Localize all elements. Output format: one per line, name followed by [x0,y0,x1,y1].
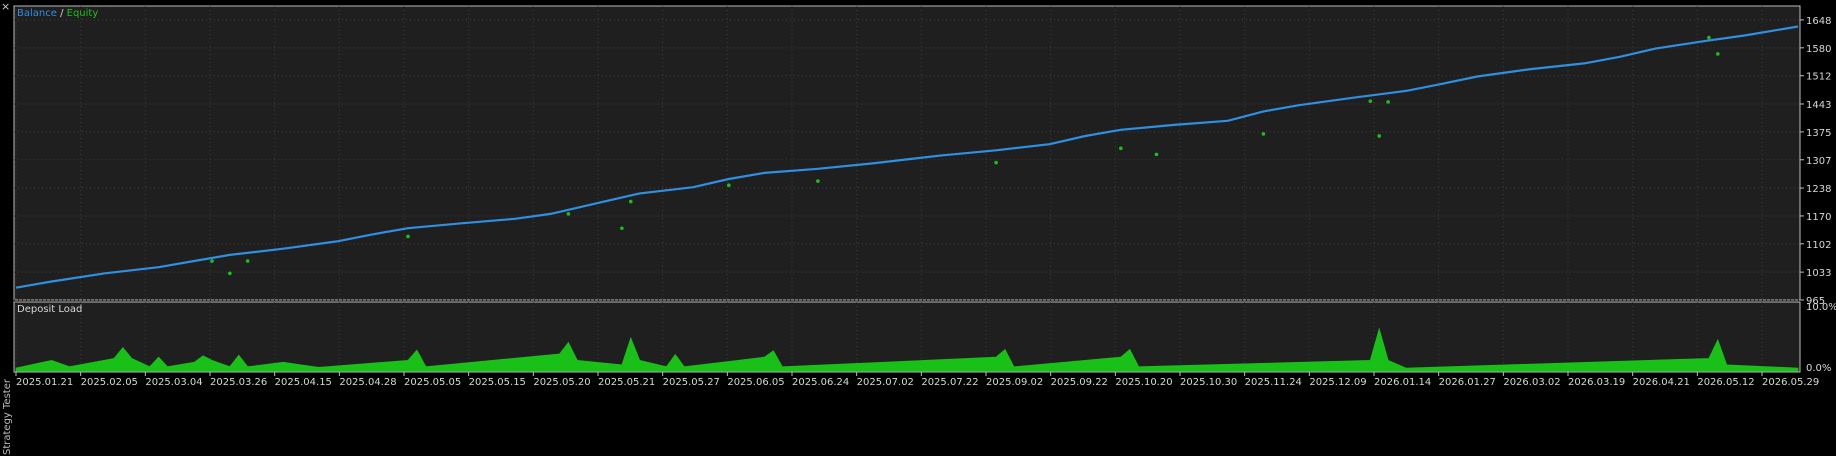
y-tick-label: 1170 [1806,212,1831,223]
x-tick-label: 2025.09.22 [1051,377,1108,388]
x-tick-label: 2025.10.20 [1115,377,1172,388]
x-tick-label: 2025.07.02 [857,377,914,388]
x-tick-label: 2025.03.26 [210,377,267,388]
x-tick-label: 2025.04.15 [275,377,332,388]
x-tick-label: 2025.05.05 [404,377,461,388]
y-tick-label: 1033 [1806,268,1831,279]
x-tick-label: 2025.06.24 [792,377,849,388]
x-tick-label: 2025.04.28 [339,377,396,388]
x-tick-label: 2025.09.02 [986,377,1043,388]
x-tick-label: 2025.05.21 [598,377,655,388]
x-tick-label: 2025.12.09 [1309,377,1366,388]
x-tick-label: 2026.01.27 [1439,377,1496,388]
load-y-tick-label: 0.0% [1806,363,1831,374]
y-tick-label: 1443 [1806,100,1831,111]
x-tick-label: 2026.01.14 [1374,377,1431,388]
legend-balance: Balance [17,8,57,19]
x-tick-label: 2025.05.27 [663,377,720,388]
y-tick-label: 1102 [1806,240,1831,251]
x-tick-label: 2025.03.04 [145,377,202,388]
y-tick-label: 1648 [1806,16,1831,27]
y-tick-label: 1375 [1806,128,1831,139]
x-tick-label: 2026.03.19 [1568,377,1625,388]
x-tick-label: 2025.05.20 [533,377,590,388]
legend-equity: Equity [67,8,99,19]
y-tick-label: 1512 [1806,72,1831,83]
load-y-tick-label: 10.0% [1806,302,1836,313]
x-tick-label: 2026.03.02 [1503,377,1560,388]
deposit-load-title: Deposit Load [17,304,82,315]
y-tick-label: 1238 [1806,184,1831,195]
x-tick-label: 2025.06.05 [727,377,784,388]
chart-legend: Balance / Equity [17,8,98,19]
y-tick-label: 1580 [1806,44,1831,55]
x-tick-label: 2026.04.21 [1633,377,1690,388]
tester-graph: 1648 1580 1512 1443 1375 1307 1238 1170 1102 1033… [13,5,1836,388]
x-tick-label: 2025.01.21 [16,377,73,388]
y-tick-label: 1307 [1806,156,1831,167]
x-tick-label: 2025.05.15 [469,377,526,388]
legend-separator: / [57,8,67,19]
x-tick-label: 2025.07.22 [921,377,978,388]
x-tick-label: 2025.02.05 [81,377,138,388]
deposit-load-chart: Deposit Load 10.0% 0.0% [13,301,1836,374]
x-tick-label: 2025.11.24 [1245,377,1302,388]
x-tick-label: 2026.05.12 [1697,377,1754,388]
x-axis: 2025.01.21 2025.02.05 2025.03.04 2025.03.26… [15,372,1819,388]
x-tick-label: 2025.10.30 [1180,377,1237,388]
balance-equity-chart: 1648 1580 1512 1443 1375 1307 1238 1170 1102 1033… [13,5,1831,307]
x-tick-label: 2026.05.29 [1762,377,1819,388]
